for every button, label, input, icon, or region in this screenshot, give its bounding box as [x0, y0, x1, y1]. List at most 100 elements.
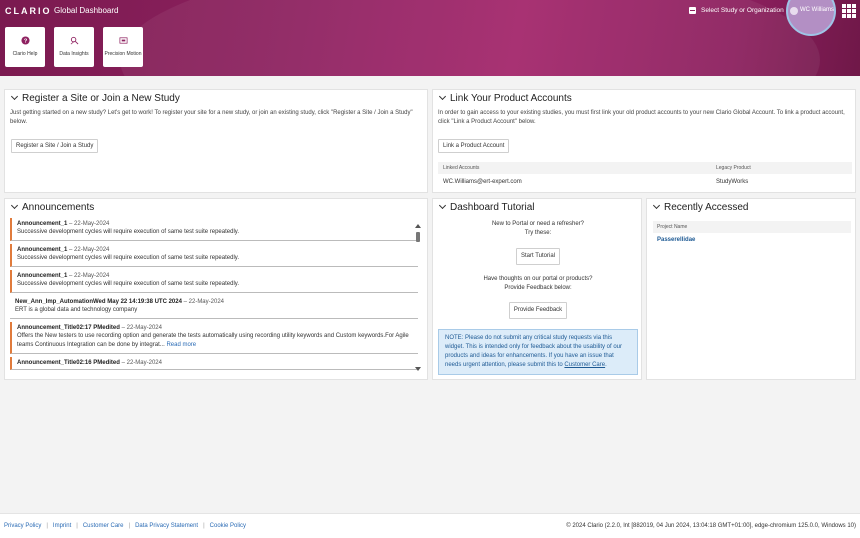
- footer-separator: |: [203, 523, 205, 529]
- tile-clario-help[interactable]: ? Clario Help: [5, 27, 45, 67]
- announcement-title: New_Ann_Imp_AutomationWed May 22 14:19:3…: [15, 299, 182, 305]
- announcement-body: Offers the New testers to use recording …: [17, 333, 409, 348]
- tile-data-insights[interactable]: Data Insights: [54, 27, 94, 67]
- column-legacy-product[interactable]: Legacy Product: [711, 165, 751, 171]
- cookie-policy-link[interactable]: Cookie Policy: [210, 523, 246, 529]
- note-end: .: [605, 362, 607, 368]
- page-title: Global Dashboard: [54, 6, 119, 15]
- recently-accessed-panel: Recently Accessed Project Name Passerell…: [646, 198, 856, 380]
- announcements-title: Announcements: [22, 201, 95, 213]
- recent-title: Recently Accessed: [664, 201, 749, 213]
- footer-separator: |: [128, 523, 131, 529]
- data-insights-icon: [70, 36, 78, 45]
- list-item[interactable]: Announcement_1 – 22-May-2024 Successive …: [10, 270, 418, 293]
- register-site-button[interactable]: Register a Site / Join a Study: [11, 139, 99, 153]
- tutorial-title: Dashboard Tutorial: [450, 201, 535, 213]
- quick-links: ? Clario Help Data Insights Precision Mo…: [5, 27, 143, 67]
- list-item[interactable]: Announcement_Title02:16 PMedited – 22-Ma…: [10, 357, 418, 370]
- imprint-link[interactable]: Imprint: [53, 523, 71, 529]
- user-avatar-icon[interactable]: [790, 7, 798, 15]
- tutorial-header[interactable]: Dashboard Tutorial: [433, 199, 641, 215]
- link-panel-title: Link Your Product Accounts: [450, 92, 572, 104]
- scroll-down-arrow-icon[interactable]: [415, 367, 421, 371]
- table-header: Linked Accounts Legacy Product: [438, 162, 852, 174]
- chevron-down-icon[interactable]: [652, 201, 661, 210]
- column-linked-accounts[interactable]: Linked Accounts: [438, 165, 711, 171]
- announcement-title: Announcement_1: [17, 273, 68, 279]
- list-item[interactable]: Announcement_Title02:17 PMedited – 22-Ma…: [10, 322, 418, 354]
- chevron-down-icon[interactable]: [10, 92, 19, 101]
- recent-project-link[interactable]: Passerellidae: [657, 237, 695, 243]
- announcements-panel: Announcements Announcement_1 – 22-May-20…: [4, 198, 428, 380]
- chevron-down-icon[interactable]: [10, 201, 19, 210]
- help-icon: ?: [20, 36, 30, 45]
- footer-separator: |: [46, 523, 48, 529]
- tile-label: Data Insights: [59, 51, 89, 57]
- link-accounts-panel: Link Your Product Accounts In order to g…: [432, 89, 856, 193]
- feedback-prompt: Have thoughts on our portal or products?: [483, 276, 593, 282]
- link-panel-header[interactable]: Link Your Product Accounts: [433, 90, 855, 106]
- register-panel-title: Register a Site or Join a New Study: [22, 92, 180, 104]
- announcement-body: Successive development cycles will requi…: [17, 255, 239, 261]
- link-description: In order to gain access to your existing…: [438, 110, 845, 125]
- list-item[interactable]: Announcement_1 – 22-May-2024 Successive …: [10, 244, 418, 267]
- list-item[interactable]: Announcement_1 – 22-May-2024 Successive …: [10, 218, 418, 241]
- tile-precision-motion[interactable]: Precision Motion: [103, 27, 143, 67]
- legacy-product-cell: StudyWorks: [716, 179, 749, 185]
- chevron-down-icon[interactable]: [438, 201, 447, 210]
- scrollbar-thumb[interactable]: [416, 232, 420, 242]
- announcement-list[interactable]: Announcement_1 – 22-May-2024 Successive …: [10, 218, 418, 378]
- announcement-date: 22-May-2024: [74, 273, 110, 279]
- app-header: CLARIO Global Dashboard Select Study or …: [0, 0, 860, 76]
- feedback-prompt-2: Provide Feedback below:: [504, 285, 572, 291]
- announcement-body: Successive development cycles will requi…: [17, 229, 239, 235]
- announcement-date: 22-May-2024: [74, 247, 110, 253]
- customer-care-link[interactable]: Customer Care: [564, 362, 605, 368]
- column-project-name[interactable]: Project Name: [653, 221, 851, 233]
- study-select-button[interactable]: Select Study or Organization: [689, 7, 784, 14]
- announcement-body: Successive development cycles will requi…: [17, 281, 239, 287]
- announcement-date: 22-May-2024: [126, 360, 162, 366]
- announcement-date: 22-May-2024: [188, 299, 224, 305]
- table-row[interactable]: WC.Williams@ert-expert.com StudyWorks: [438, 174, 852, 190]
- footer-separator: |: [76, 523, 78, 529]
- data-privacy-statement-link[interactable]: Data Privacy Statement: [135, 523, 198, 529]
- announcement-body: ERT is a global data and technology comp…: [15, 307, 138, 313]
- read-more-link[interactable]: Read more: [166, 342, 196, 348]
- list-item[interactable]: New_Ann_Imp_AutomationWed May 22 14:19:3…: [10, 296, 418, 319]
- register-panel: Register a Site or Join a New Study Just…: [4, 89, 428, 193]
- recent-header[interactable]: Recently Accessed: [647, 199, 855, 215]
- user-menu-button[interactable]: WC Williams: [800, 7, 834, 13]
- linked-account-cell: WC.Williams@ert-expert.com: [443, 179, 522, 185]
- footer-links: Privacy Policy | Imprint | Customer Care…: [4, 523, 246, 529]
- study-select-label: Select Study or Organization: [701, 7, 784, 14]
- tile-label: Clario Help: [12, 51, 38, 57]
- tutorial-prompt-2: Try these:: [524, 230, 552, 236]
- provide-feedback-button[interactable]: Provide Feedback: [508, 302, 568, 319]
- clario-logo[interactable]: CLARIO: [5, 6, 52, 16]
- linked-accounts-table: Linked Accounts Legacy Product WC.Willia…: [438, 162, 852, 190]
- register-panel-header[interactable]: Register a Site or Join a New Study: [5, 90, 427, 106]
- announcement-title: Announcement_Title02:16 PMedited: [17, 360, 120, 366]
- feedback-note: NOTE: Please do not submit any critical …: [438, 329, 638, 375]
- announcement-title: Announcement_1: [17, 221, 68, 227]
- privacy-policy-link[interactable]: Privacy Policy: [4, 523, 41, 529]
- scroll-up-arrow-icon[interactable]: [415, 224, 421, 228]
- chevron-down-icon[interactable]: [438, 92, 447, 101]
- register-description: Just getting started on a new study? Let…: [10, 110, 413, 125]
- tile-label: Precision Motion: [104, 51, 142, 57]
- copyright-text: © 2024 Clario (2.2.0, lnt [882019, 04 Ju…: [566, 523, 856, 529]
- link-product-account-button[interactable]: Link a Product Account: [438, 139, 510, 153]
- tutorial-prompt: New to Portal or need a refresher?: [491, 221, 585, 227]
- announcements-header[interactable]: Announcements: [5, 199, 427, 215]
- precision-motion-icon: [119, 37, 127, 44]
- announcement-date: 22-May-2024: [126, 325, 162, 331]
- svg-text:?: ?: [23, 39, 27, 45]
- announcement-title: Announcement_1: [17, 247, 68, 253]
- announcement-date: 22-May-2024: [74, 221, 110, 227]
- tutorial-panel: Dashboard Tutorial New to Portal or need…: [432, 198, 642, 380]
- start-tutorial-button[interactable]: Start Tutorial: [515, 248, 560, 265]
- customer-care-footer-link[interactable]: Customer Care: [83, 523, 124, 529]
- study-select-icon: [689, 7, 696, 14]
- app-launcher-icon[interactable]: [842, 4, 856, 18]
